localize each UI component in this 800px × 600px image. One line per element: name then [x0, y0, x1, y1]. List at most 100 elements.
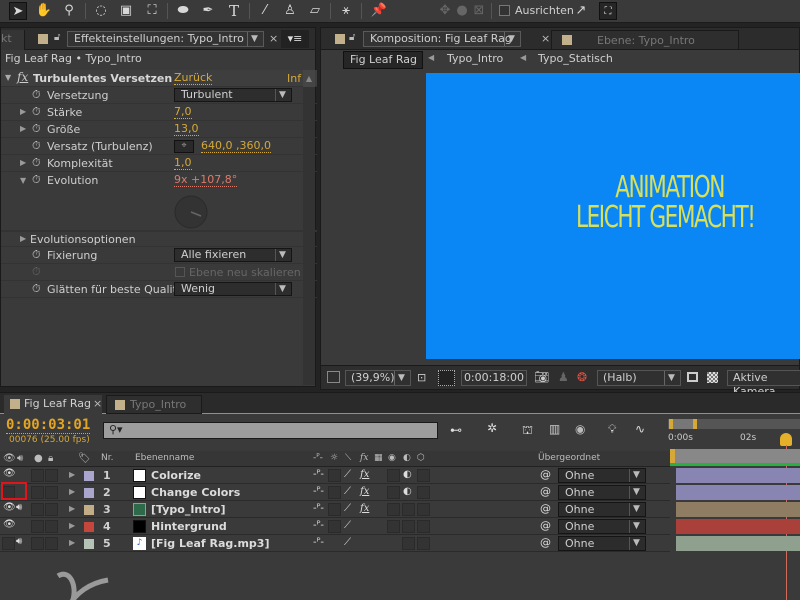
lock-switch[interactable]	[45, 520, 58, 533]
solo-switch[interactable]	[31, 469, 44, 482]
collapse-switch[interactable]	[328, 486, 341, 499]
adjustment-layer-icon[interactable]: ◐	[403, 469, 412, 480]
lock-switch[interactable]	[45, 486, 58, 499]
zoom-dropdown[interactable]: (39,9%) ▼	[345, 370, 411, 386]
world-axis-icon[interactable]: ●	[453, 2, 471, 20]
lock-icon[interactable]: 🔓︎	[54, 32, 60, 43]
stopwatch-icon[interactable]: ⏱	[32, 156, 41, 170]
align-checkbox[interactable]	[499, 5, 510, 16]
effects-panel-title[interactable]: Effekteinstellungen: Typo_Intro ▼	[67, 31, 264, 47]
mask-visibility-icon[interactable]	[438, 370, 455, 386]
puppet-pin-tool-icon[interactable]: 📌	[370, 2, 388, 20]
lock-icon[interactable]: 🔓︎	[349, 32, 355, 43]
expand-icon[interactable]: ↗	[572, 2, 590, 20]
layer-name-column-header[interactable]: Ebenenname	[135, 453, 194, 463]
draft-3d-icon[interactable]: ✲	[487, 421, 497, 435]
motion-blur-icon[interactable]: ◉	[575, 422, 585, 436]
brush-tool-icon[interactable]: ⁄	[256, 2, 274, 20]
lock-switch[interactable]	[45, 469, 58, 482]
solo-switch[interactable]	[31, 486, 44, 499]
text-tool-icon[interactable]: T	[225, 2, 243, 20]
zoom-tool-icon[interactable]: ⚲	[60, 2, 78, 20]
transparency-grid-icon[interactable]	[707, 372, 718, 383]
3d-layer-switch[interactable]	[417, 520, 430, 533]
quality-switch-icon[interactable]: ⟋	[344, 537, 351, 548]
expand-triangle-icon[interactable]: ▶	[69, 487, 75, 496]
label-color-swatch[interactable]	[84, 471, 94, 481]
stopwatch-icon[interactable]: ⏱	[32, 122, 41, 136]
motion-blur-switch[interactable]	[387, 503, 400, 516]
collapse-triangle-icon[interactable]: ▼	[5, 73, 11, 82]
stopwatch-icon[interactable]: ⏱	[32, 173, 41, 187]
layer-duration-bar[interactable]	[676, 468, 800, 483]
close-icon[interactable]: ×	[93, 395, 102, 413]
comp-mini-flowchart-icon[interactable]: ⊷	[450, 423, 462, 437]
eraser-tool-icon[interactable]: ▱	[306, 2, 324, 20]
fx-icon[interactable]: fx	[17, 70, 28, 84]
pickwhip-icon[interactable]: @	[540, 536, 551, 549]
layer-name[interactable]: Colorize	[151, 469, 201, 482]
solo-switch[interactable]	[31, 520, 44, 533]
quality-switch-icon[interactable]: ⟋	[344, 520, 351, 531]
layer-row[interactable]: ▶ 2 Change Colors -ᴾ- ⟋ fx ◐ @ Ohne ▼	[0, 484, 670, 501]
layer-name[interactable]: [Typo_Intro]	[151, 503, 226, 516]
parent-dropdown[interactable]: Ohne ▼	[558, 502, 646, 517]
time-navigator[interactable]	[668, 419, 800, 429]
stopwatch-icon[interactable]: ⏱	[32, 105, 41, 119]
effect-header-row[interactable]: ▼ fx Turbulentes Versetzen Zurück Inf ▲	[1, 70, 317, 87]
property-row-evolutionsoptionen[interactable]: ▶ Evolutionsoptionen	[1, 230, 317, 247]
versetzung-dropdown[interactable]: Turbulent ▼	[174, 88, 292, 102]
timeline-tab-typo-intro[interactable]: Typo_Intro	[106, 395, 202, 414]
resolution-dropdown[interactable]: (Halb) ▼	[597, 370, 681, 386]
shy-switch-icon[interactable]: -ᴾ-	[313, 486, 324, 497]
adjustment-switch[interactable]	[402, 503, 415, 516]
lock-switch[interactable]	[45, 503, 58, 516]
chevron-down-icon[interactable]: ▼	[504, 32, 518, 46]
safe-margins-icon[interactable]: ⊡	[417, 371, 426, 384]
adjustment-switch[interactable]	[402, 537, 415, 550]
snapshot-icon[interactable]: 📷︎	[534, 370, 549, 384]
clone-stamp-tool-icon[interactable]: ♙	[281, 2, 299, 20]
layer-duration-bar[interactable]	[676, 485, 800, 500]
close-icon[interactable]: ×	[269, 32, 278, 45]
layer-name[interactable]: Hintergrund	[151, 520, 227, 533]
scroll-up-icon[interactable]: ▲	[303, 70, 315, 87]
layer-name[interactable]: [Fig Leaf Rag.mp3]	[151, 537, 270, 550]
fixierung-dropdown[interactable]: Alle fixieren ▼	[174, 248, 292, 262]
effects-scrollbar[interactable]	[303, 87, 315, 385]
stopwatch-icon[interactable]: ⏱	[32, 139, 41, 153]
layer-search-input[interactable]: ⚲▾	[103, 422, 438, 439]
quality-switch-icon[interactable]: ⟋	[344, 486, 351, 497]
komplexitaet-value[interactable]: 1,0	[174, 157, 192, 170]
eye-icon[interactable]: 👁︎	[3, 502, 16, 513]
expand-triangle-icon[interactable]: ▶	[69, 538, 75, 547]
brainstorm-icon[interactable]: 💡︎	[608, 422, 616, 437]
shy-switch-icon[interactable]: -ᴾ-	[313, 520, 324, 531]
visibility-toggle[interactable]	[2, 537, 15, 550]
fx-switch-icon[interactable]: fx	[360, 486, 369, 497]
nr-column-header[interactable]: Nr.	[101, 453, 113, 463]
speaker-icon[interactable]: 🔊︎	[16, 502, 22, 513]
panel-menu-icon[interactable]: ▾≡	[281, 30, 309, 48]
shy-switch-icon[interactable]: -ᴾ-	[313, 537, 324, 548]
parent-dropdown[interactable]: Ohne ▼	[558, 519, 646, 534]
crosshair-point-icon[interactable]: ⌖	[174, 140, 194, 153]
versatz-value[interactable]: 640,0 ,360,0	[201, 140, 271, 153]
label-color-swatch[interactable]	[84, 522, 94, 532]
expand-triangle-icon[interactable]: ▶	[20, 158, 26, 167]
adjustment-layer-icon[interactable]: ◐	[403, 486, 412, 497]
layer-tab[interactable]: Ebene: Typo_Intro	[551, 30, 739, 50]
quality-switch-icon[interactable]: ⟋	[344, 503, 351, 514]
expand-triangle-icon[interactable]: ▶	[20, 107, 26, 116]
parent-dropdown[interactable]: Ohne ▼	[558, 536, 646, 551]
show-snapshot-icon[interactable]: ♟	[558, 370, 569, 384]
pickwhip-icon[interactable]: @	[540, 502, 551, 515]
pickwhip-icon[interactable]: @	[540, 485, 551, 498]
groesse-value[interactable]: 13,0	[174, 123, 199, 136]
parent-column-header[interactable]: Übergeordnet	[538, 453, 600, 463]
shy-switch-icon[interactable]: -ᴾ-	[313, 469, 324, 480]
channels-icon[interactable]: ❂	[577, 370, 587, 384]
layer-name[interactable]: Change Colors	[151, 486, 240, 499]
graph-editor-icon[interactable]: ∿	[635, 422, 645, 436]
local-axis-icon[interactable]: ✥	[436, 2, 454, 20]
